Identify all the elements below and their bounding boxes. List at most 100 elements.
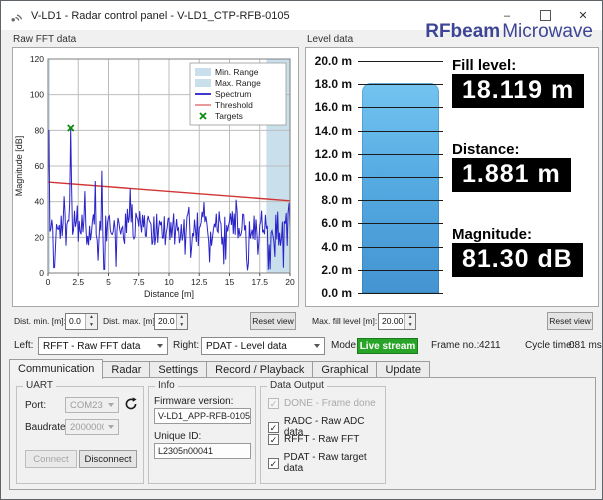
frame-no-value: 4211	[479, 340, 501, 351]
tab-communication[interactable]: Communication	[9, 359, 104, 379]
max-fill-value[interactable]: 20.00	[379, 314, 404, 329]
checkbox-checked-icon[interactable]: ✓	[268, 457, 279, 469]
reset-view-left-button[interactable]: Reset view	[250, 312, 296, 330]
cycle-time-label: Cycle time:	[525, 340, 575, 351]
dist-min-value[interactable]: 0.0	[66, 314, 85, 329]
spin-up-icon[interactable]: ▲	[177, 314, 187, 322]
gauge-tick-label: 20.0 m	[314, 54, 352, 68]
spin-up-icon[interactable]: ▲	[86, 314, 97, 322]
firmware-version-field: V-LD1_APP-RFB-0105	[154, 408, 251, 424]
fill-level-value: 18.119 m	[452, 74, 585, 108]
data-output-group: Data Output ✓ DONE - Frame done ✓ RADC -…	[260, 380, 386, 484]
info-group: Info Firmware version: V-LD1_APP-RFB-010…	[148, 380, 256, 484]
gauge-tick-label: 16.0 m	[314, 100, 352, 115]
tab-page-communication: UART Port: COM23 Baudrate: 2000000 Conne…	[9, 377, 596, 490]
checkbox-rfft-label: RFFT - Raw FFT	[284, 434, 360, 445]
fft-chart-svg[interactable]: 0 2.5 5 7.5 10 12.5 15 17.5 20 0 20 40 60 80 100 120 Dis…	[13, 48, 298, 306]
svg-text:120: 120	[30, 54, 44, 64]
checkbox-pdat[interactable]: ✓ PDAT - Raw target data	[268, 452, 385, 474]
unique-id-label: Unique ID:	[154, 431, 202, 442]
cycle-time-value: 081 ms	[569, 340, 602, 351]
fft-chart[interactable]: 0 2.5 5 7.5 10 12.5 15 17.5 20 0 20 40 60 80 100 120 Dis…	[12, 47, 299, 307]
reset-view-right-button[interactable]: Reset view	[547, 312, 593, 330]
gauge-tick-label: 8.0 m	[321, 193, 352, 208]
svg-text:15: 15	[225, 277, 235, 287]
svg-text:Max. Range: Max. Range	[215, 78, 261, 88]
gauge-tick-label: 4.0 m	[321, 239, 352, 254]
gauge-tick-line	[358, 293, 443, 294]
fill-level-label: Fill level:	[452, 57, 517, 74]
chevron-down-icon	[310, 344, 324, 348]
rfbeam-logo: RFbeam Microwave	[425, 21, 593, 43]
right-stream-label: Right:	[173, 340, 200, 351]
svg-text:Threshold: Threshold	[215, 100, 253, 110]
left-stream-value: RFFT - Raw FFT data	[43, 340, 141, 352]
gauge-tick-label: 12.0 m	[314, 146, 352, 161]
unique-id-field: L2305n00041	[154, 443, 251, 459]
svg-text:Magnitude [dB]: Magnitude [dB]	[14, 136, 24, 197]
app-window: V-LD1 - Radar control panel - V-LD1_CTP-…	[0, 0, 603, 500]
dist-max-value[interactable]: 20.0	[155, 314, 176, 329]
gauge-tick-label: 6.0 m	[321, 216, 352, 231]
distance-label: Distance:	[452, 141, 520, 158]
svg-text:12.5: 12.5	[191, 277, 208, 287]
max-fill-label: Max. fill level [m]:	[312, 316, 378, 326]
right-stream-value: PDAT - Level data	[206, 340, 287, 352]
svg-text:80: 80	[35, 125, 45, 135]
disconnect-button[interactable]: Disconnect	[79, 450, 137, 468]
gauge-tick-line	[358, 153, 443, 155]
gauge-tick-line	[358, 61, 443, 62]
baudrate-label: Baudrate:	[25, 422, 69, 433]
svg-text:7.5: 7.5	[133, 277, 145, 287]
svg-text:2.5: 2.5	[72, 277, 84, 287]
dist-min-stepper[interactable]: 0.0 ▲ ▼	[65, 313, 98, 330]
svg-text:40: 40	[35, 197, 45, 207]
data-output-group-label: Data Output	[267, 380, 327, 391]
magnitude-value: 81.30 dB	[452, 243, 583, 277]
svg-text:17.5: 17.5	[251, 277, 268, 287]
dist-max-stepper[interactable]: 20.0 ▲ ▼	[154, 313, 188, 330]
left-stream-select[interactable]: RFFT - Raw FFT data	[38, 337, 168, 355]
chevron-down-icon	[153, 344, 167, 348]
checkbox-rfft[interactable]: ✓ RFFT - Raw FFT	[268, 434, 359, 445]
checkbox-done-label: DONE - Frame done	[284, 398, 376, 409]
firmware-version-label: Firmware version:	[154, 396, 234, 407]
info-group-label: Info	[155, 380, 178, 391]
svg-text:100: 100	[30, 90, 44, 100]
gauge-tick-label: 10.0 m	[314, 170, 352, 184]
max-fill-stepper[interactable]: 20.00 ▲ ▼	[378, 313, 416, 330]
mode-status-badge: Live stream	[357, 338, 418, 354]
level-panel: 20.0 m 18.0 m 16.0 m 14.0 m 12.0 m 10.0 m 8.0 …	[305, 47, 599, 307]
spin-up-icon[interactable]: ▲	[405, 314, 415, 322]
baudrate-select: 2000000	[65, 419, 119, 435]
svg-text:10: 10	[164, 277, 174, 287]
spin-down-icon[interactable]: ▼	[86, 322, 97, 330]
baudrate-value: 2000000	[70, 421, 104, 433]
svg-text:5: 5	[106, 277, 111, 287]
checkbox-checked-icon[interactable]: ✓	[268, 434, 279, 445]
dist-min-label: Dist. min. [m]:	[14, 316, 66, 326]
right-stream-select[interactable]: PDAT - Level data	[201, 337, 325, 355]
magnitude-label: Magnitude:	[452, 226, 532, 243]
gauge-tick-line	[358, 200, 443, 202]
checkbox-done: ✓ DONE - Frame done	[268, 398, 376, 409]
gauge-tick-label: 14.0 m	[314, 123, 352, 138]
refresh-ports-icon[interactable]	[124, 397, 138, 416]
spin-down-icon[interactable]: ▼	[177, 322, 187, 330]
port-select: COM23	[65, 397, 119, 413]
svg-text:0: 0	[39, 268, 44, 278]
svg-text:0: 0	[46, 277, 51, 287]
checkbox-checked-icon: ✓	[268, 398, 279, 409]
svg-text:Min. Range: Min. Range	[215, 67, 259, 77]
checkbox-checked-icon[interactable]: ✓	[268, 421, 279, 433]
port-value: COM23	[70, 399, 103, 411]
logo-light: Microwave	[502, 21, 593, 42]
level-group-label: Level data	[307, 34, 354, 45]
gauge-tick-line	[358, 269, 443, 271]
gauge-tick-label: 18.0 m	[314, 77, 352, 92]
port-label: Port:	[25, 400, 47, 411]
connect-button: Connect	[25, 450, 77, 468]
spin-down-icon[interactable]: ▼	[405, 322, 415, 330]
gauge-tick-line	[358, 177, 443, 178]
fft-group-label: Raw FFT data	[13, 34, 77, 45]
